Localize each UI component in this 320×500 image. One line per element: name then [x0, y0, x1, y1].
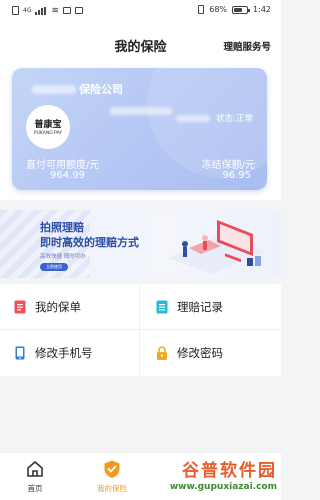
card-holder-redacted: [110, 107, 173, 115]
tab-home[interactable]: 首页: [5, 459, 65, 494]
banner-title: 拍照理赔: [40, 221, 84, 234]
available-label: 直付可用额度/元: [26, 160, 100, 171]
menu-label: 修改密码: [177, 346, 223, 360]
menu-my-policy[interactable]: 我的保单: [0, 284, 140, 330]
vibrate-icon: [198, 5, 205, 14]
banner-tagline: 高效快捷 随时可办: [40, 254, 86, 260]
frozen-label: 冻结保额/元: [201, 160, 255, 171]
phone-icon: [15, 346, 25, 360]
battery-icon: [232, 5, 251, 14]
photo-claim-banner[interactable]: 拍照理赔 即时高效的理赔方式 高效快捷 随时可办 立即使用: [0, 210, 281, 278]
message-icon: [63, 7, 72, 14]
card-company: 保险公司: [32, 81, 123, 97]
menu-label: 修改手机号: [35, 346, 93, 360]
status-right: 68% 1:42: [198, 5, 271, 14]
battery-level: [234, 7, 243, 12]
signal-icon: [35, 6, 47, 15]
pukang-logo: 普康宝 PUKANG PAY: [26, 105, 70, 149]
banner-subtitle: 即时高效的理赔方式: [40, 236, 139, 249]
logo-cn: 普康宝: [34, 120, 62, 130]
status-bar: 4G ≋ 68% 1:42: [0, 0, 281, 22]
wifi-icon: ≋: [51, 5, 60, 16]
shield-check-icon: [104, 460, 120, 478]
available-value: 964.99: [50, 170, 85, 181]
watermark-title: 谷普软件园: [182, 461, 277, 481]
card-section: 保险公司 普康宝 PUKANG PAY 状态:正常 直付可用额度/元 964.9…: [0, 60, 281, 200]
banner-use-button[interactable]: 立即使用: [40, 263, 68, 271]
lock-icon: [157, 346, 167, 360]
claim-service-link[interactable]: 理赔服务号: [223, 39, 271, 53]
company-name-redacted: [32, 84, 76, 94]
card-status: 状态:正常: [216, 114, 253, 124]
home-icon: [27, 461, 43, 477]
policy-doc-icon: [14, 300, 26, 313]
clock: 1:42: [253, 5, 271, 14]
claim-illustration: [169, 220, 265, 274]
frozen-value: 96.95: [222, 170, 251, 181]
sim-icon: [12, 6, 19, 15]
function-menu: 我的保单 理赔记录 修改手机号 修改密码: [0, 284, 281, 376]
tab-label: 首页: [27, 484, 43, 493]
status-left: 4G ≋: [12, 5, 84, 16]
watermark-url: www.gupuxiazai.com: [169, 482, 277, 492]
battery-text: 68%: [209, 5, 228, 14]
card-number-redacted: [176, 114, 211, 122]
menu-label: 我的保单: [35, 299, 81, 314]
signal-text: 4G: [23, 7, 32, 14]
menu-change-phone[interactable]: 修改手机号: [0, 330, 140, 376]
site-watermark: 谷普软件园 www.gupuxiazai.com: [129, 456, 277, 498]
claim-record-icon: [156, 300, 168, 313]
gallery-icon: [75, 7, 84, 14]
menu-label: 理赔记录: [177, 299, 223, 314]
menu-change-password[interactable]: 修改密码: [140, 330, 280, 376]
insurance-card[interactable]: 保险公司 普康宝 PUKANG PAY 状态:正常 直付可用额度/元 964.9…: [12, 68, 267, 190]
company-suffix: 保险公司: [79, 83, 123, 96]
card-status-row: 状态:正常: [110, 107, 253, 124]
logo-en: PUKANG PAY: [33, 131, 63, 136]
menu-claim-records[interactable]: 理赔记录: [140, 284, 280, 330]
